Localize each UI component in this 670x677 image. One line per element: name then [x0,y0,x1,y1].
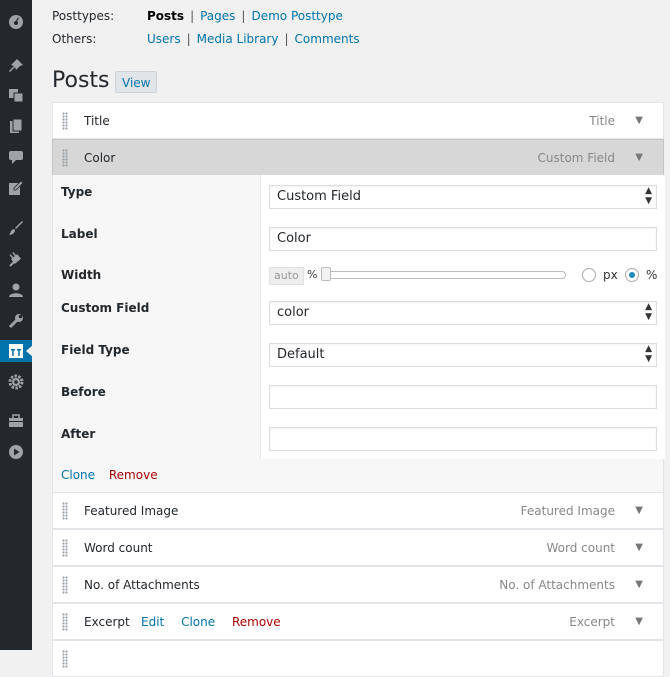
width-slider-handle[interactable] [321,267,331,281]
column-title[interactable]: Title [84,103,110,139]
settings-actions: Clone Remove [61,468,158,482]
label-label: Label [61,227,98,241]
field-type-select[interactable]: Default ▲ ▼ [269,343,657,367]
type-select[interactable]: Custom Field ▲ ▼ [269,185,657,209]
remove-link[interactable]: Remove [109,468,158,482]
column-row-title[interactable]: Title Title ▼ [52,102,664,139]
separator: | [190,9,195,23]
toggle-arrow-icon[interactable]: ▼ [635,103,643,139]
field-type-label: Field Type [61,343,130,357]
posttype-link-posts[interactable]: Posts [147,9,184,23]
drag-handle-icon[interactable] [62,539,68,557]
drag-handle-icon[interactable] [62,502,68,520]
column-hover-actions: Edit Clone Remove [141,604,294,640]
custom-field-select-value: color [277,305,310,320]
drag-handle-icon[interactable] [62,613,68,631]
drag-handle-icon[interactable] [62,112,68,130]
remove-link[interactable]: Remove [232,615,281,629]
column-type: Custom Field [537,151,615,165]
drag-handle-icon[interactable] [62,149,68,167]
settings-icon[interactable] [0,371,32,393]
play-icon[interactable] [0,441,32,463]
custom-field-select[interactable]: color ▲ ▼ [269,301,657,325]
label-input[interactable]: Color [269,227,657,251]
column-title[interactable]: Featured Image [84,493,178,529]
width-unit-px-radio[interactable] [582,268,596,282]
type-select-value: Custom Field [277,189,361,204]
toggle-arrow-icon[interactable]: ▼ [635,530,643,566]
column-title[interactable]: Word count [84,530,153,566]
column-row-attachments[interactable]: No. of Attachments No. of Attachments ▼ [52,566,664,603]
plugins-icon[interactable] [0,248,32,270]
width-unit-percent-radio[interactable] [625,268,639,282]
column-row-excerpt[interactable]: Excerpt Edit Clone Remove Excerpt ▼ [52,603,664,640]
feedback-icon[interactable] [0,177,32,199]
edit-link[interactable]: Edit [141,615,164,629]
separator: | [284,32,289,46]
after-label: After [61,427,96,441]
page-title: Posts [52,68,110,93]
separator: | [186,32,191,46]
others-link-comments[interactable]: Comments [295,32,360,46]
width-unit-symbol: % [307,268,318,281]
column-title[interactable]: Excerpt [84,604,130,640]
toggle-arrow-icon[interactable]: ▼ [635,493,643,529]
appearance-icon[interactable] [0,217,32,239]
column-type: Excerpt [569,615,615,629]
width-unit-px-label: px [603,268,618,282]
column-row-next[interactable] [52,640,664,677]
type-label: Type [61,185,93,199]
comments-icon[interactable] [0,146,32,168]
column-type: Featured Image [520,504,615,518]
pages-icon[interactable] [0,115,32,137]
column-settings-panel: Type Custom Field ▲ ▼ Label Color Width a… [52,175,665,492]
select-arrows-icon: ▲ ▼ [645,302,652,322]
column-row-color[interactable]: Color Custom Field ▼ [52,139,664,176]
field-type-select-value: Default [277,347,325,362]
width-auto-badge: auto [269,267,304,285]
drag-handle-icon[interactable] [62,650,68,668]
column-row-featured-image[interactable]: Featured Image Featured Image ▼ [52,492,664,529]
posttype-link-pages[interactable]: Pages [200,9,235,23]
dashboard-icon[interactable] [0,11,32,33]
column-type: Word count [546,541,615,555]
posttype-link-demo[interactable]: Demo Posttype [251,9,342,23]
column-title[interactable]: Color [84,140,115,176]
column-type: Title [589,114,615,128]
separator: | [241,9,246,23]
others-label: Others: [52,32,97,46]
column-row-word-count[interactable]: Word count Word count ▼ [52,529,664,566]
select-arrows-icon: ▲ ▼ [645,344,652,364]
select-arrows-icon: ▲ ▼ [645,186,652,206]
pin-icon[interactable] [0,55,32,77]
column-type: No. of Attachments [499,578,615,592]
custom-field-label: Custom Field [61,301,150,315]
others-link-users[interactable]: Users [147,32,181,46]
clone-link[interactable]: Clone [181,615,215,629]
after-input[interactable] [269,427,657,451]
users-icon[interactable] [0,279,32,301]
tools-icon[interactable] [0,310,32,332]
width-unit-percent-label: % [646,268,658,282]
others-link-media-library[interactable]: Media Library [197,32,279,46]
before-label: Before [61,385,106,399]
toggle-arrow-icon[interactable]: ▼ [635,567,643,603]
before-input[interactable] [269,385,657,409]
view-button[interactable]: View [115,71,158,93]
posttypes-label: Posttypes: [52,9,115,23]
toggle-arrow-icon[interactable]: ▼ [635,604,643,640]
column-title[interactable]: No. of Attachments [84,567,200,603]
toggle-arrow-icon[interactable]: ▼ [635,140,643,176]
width-label: Width [61,268,102,282]
media-icon[interactable] [0,84,32,106]
width-slider[interactable] [321,271,566,279]
admin-columns-icon[interactable] [0,340,33,362]
drag-handle-icon[interactable] [62,576,68,594]
admin-sidebar [0,0,33,650]
clone-link[interactable]: Clone [61,468,95,482]
toolbox-icon[interactable] [0,410,32,432]
